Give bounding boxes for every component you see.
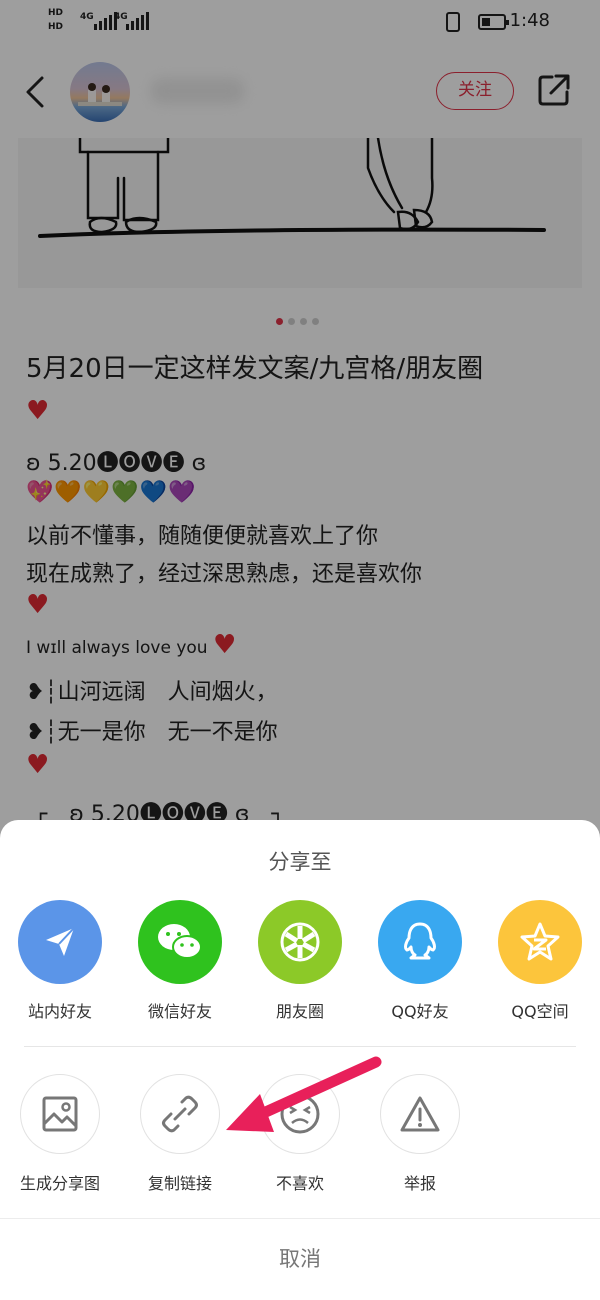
cancel-divider (0, 1218, 600, 1219)
share-target-wechat[interactable]: 微信好友 (120, 900, 240, 1022)
dislike-face-icon (260, 1074, 340, 1154)
share-target-in-app-friend[interactable]: 站内好友 (0, 900, 120, 1022)
image-icon (20, 1074, 100, 1154)
share-target-moments[interactable]: 朋友圈 (240, 900, 360, 1022)
action-copy-link[interactable]: 复制链接 (120, 1074, 240, 1194)
cancel-button[interactable]: 取消 (0, 1230, 600, 1288)
qzone-icon (498, 900, 582, 984)
share-sheet: 分享至 站内好友 微信好友 朋友圈 QQ好友 QQ空间 生成分享图 复制链接 不… (0, 820, 600, 1300)
paper-plane-icon (18, 900, 102, 984)
action-report[interactable]: 举报 (360, 1074, 480, 1194)
share-sheet-divider (24, 1046, 576, 1047)
warning-icon (380, 1074, 460, 1154)
share-target-qzone[interactable]: QQ空间 (480, 900, 600, 1022)
action-dislike[interactable]: 不喜欢 (240, 1074, 360, 1194)
wechat-icon (138, 900, 222, 984)
share-sheet-title: 分享至 (268, 850, 332, 874)
qq-icon (378, 900, 462, 984)
share-target-qq[interactable]: QQ好友 (360, 900, 480, 1022)
link-icon (140, 1074, 220, 1154)
moments-icon (258, 900, 342, 984)
action-generate-share-image[interactable]: 生成分享图 (0, 1074, 120, 1194)
